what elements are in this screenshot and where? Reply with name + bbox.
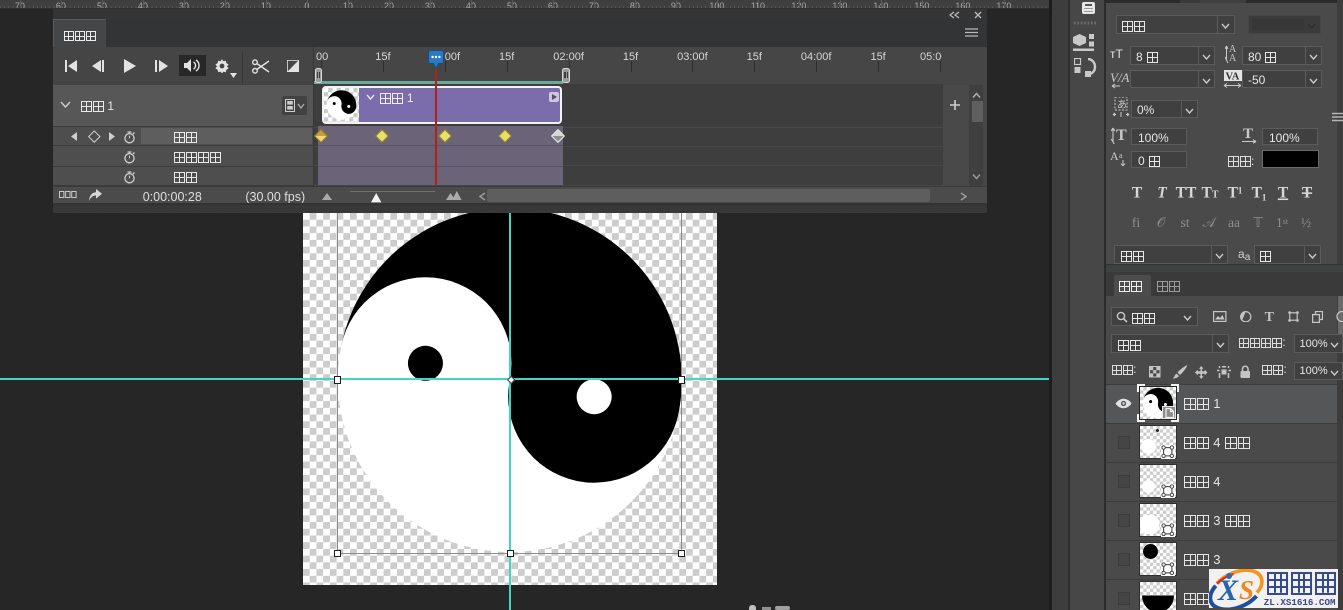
svg-text:T: T bbox=[1116, 127, 1127, 144]
svg-text:T: T bbox=[1157, 185, 1167, 202]
svg-text:fi: fi bbox=[1132, 215, 1140, 230]
svg-text:𝒪: 𝒪 bbox=[1156, 215, 1166, 230]
svg-text:𝕋: 𝕋 bbox=[1252, 215, 1263, 230]
svg-text:T1: T1 bbox=[1251, 185, 1266, 202]
svg-text:aa: aa bbox=[1228, 215, 1240, 230]
svg-text:A: A bbox=[1229, 53, 1237, 64]
svg-text:A: A bbox=[1110, 149, 1119, 163]
svg-text:T1: T1 bbox=[1227, 185, 1242, 202]
svg-text:st: st bbox=[1180, 215, 1189, 230]
svg-text:½: ½ bbox=[1301, 215, 1311, 230]
svg-text:S: S bbox=[1239, 575, 1254, 605]
svg-text:TT: TT bbox=[1176, 185, 1197, 202]
svg-text:あ: あ bbox=[1117, 99, 1127, 111]
svg-text:VA: VA bbox=[1226, 72, 1240, 83]
svg-text:T: T bbox=[1302, 185, 1313, 202]
svg-text:𝒜: 𝒜 bbox=[1203, 215, 1218, 230]
svg-text:T: T bbox=[1278, 185, 1289, 202]
svg-text:a: a bbox=[1119, 151, 1123, 160]
svg-text:V/A: V/A bbox=[1110, 70, 1129, 85]
svg-text:X: X bbox=[1217, 574, 1239, 607]
svg-text:T: T bbox=[1243, 126, 1253, 142]
svg-text:1st: 1st bbox=[1276, 215, 1289, 230]
svg-text:T: T bbox=[1132, 185, 1143, 202]
svg-text:TT: TT bbox=[1202, 185, 1219, 202]
